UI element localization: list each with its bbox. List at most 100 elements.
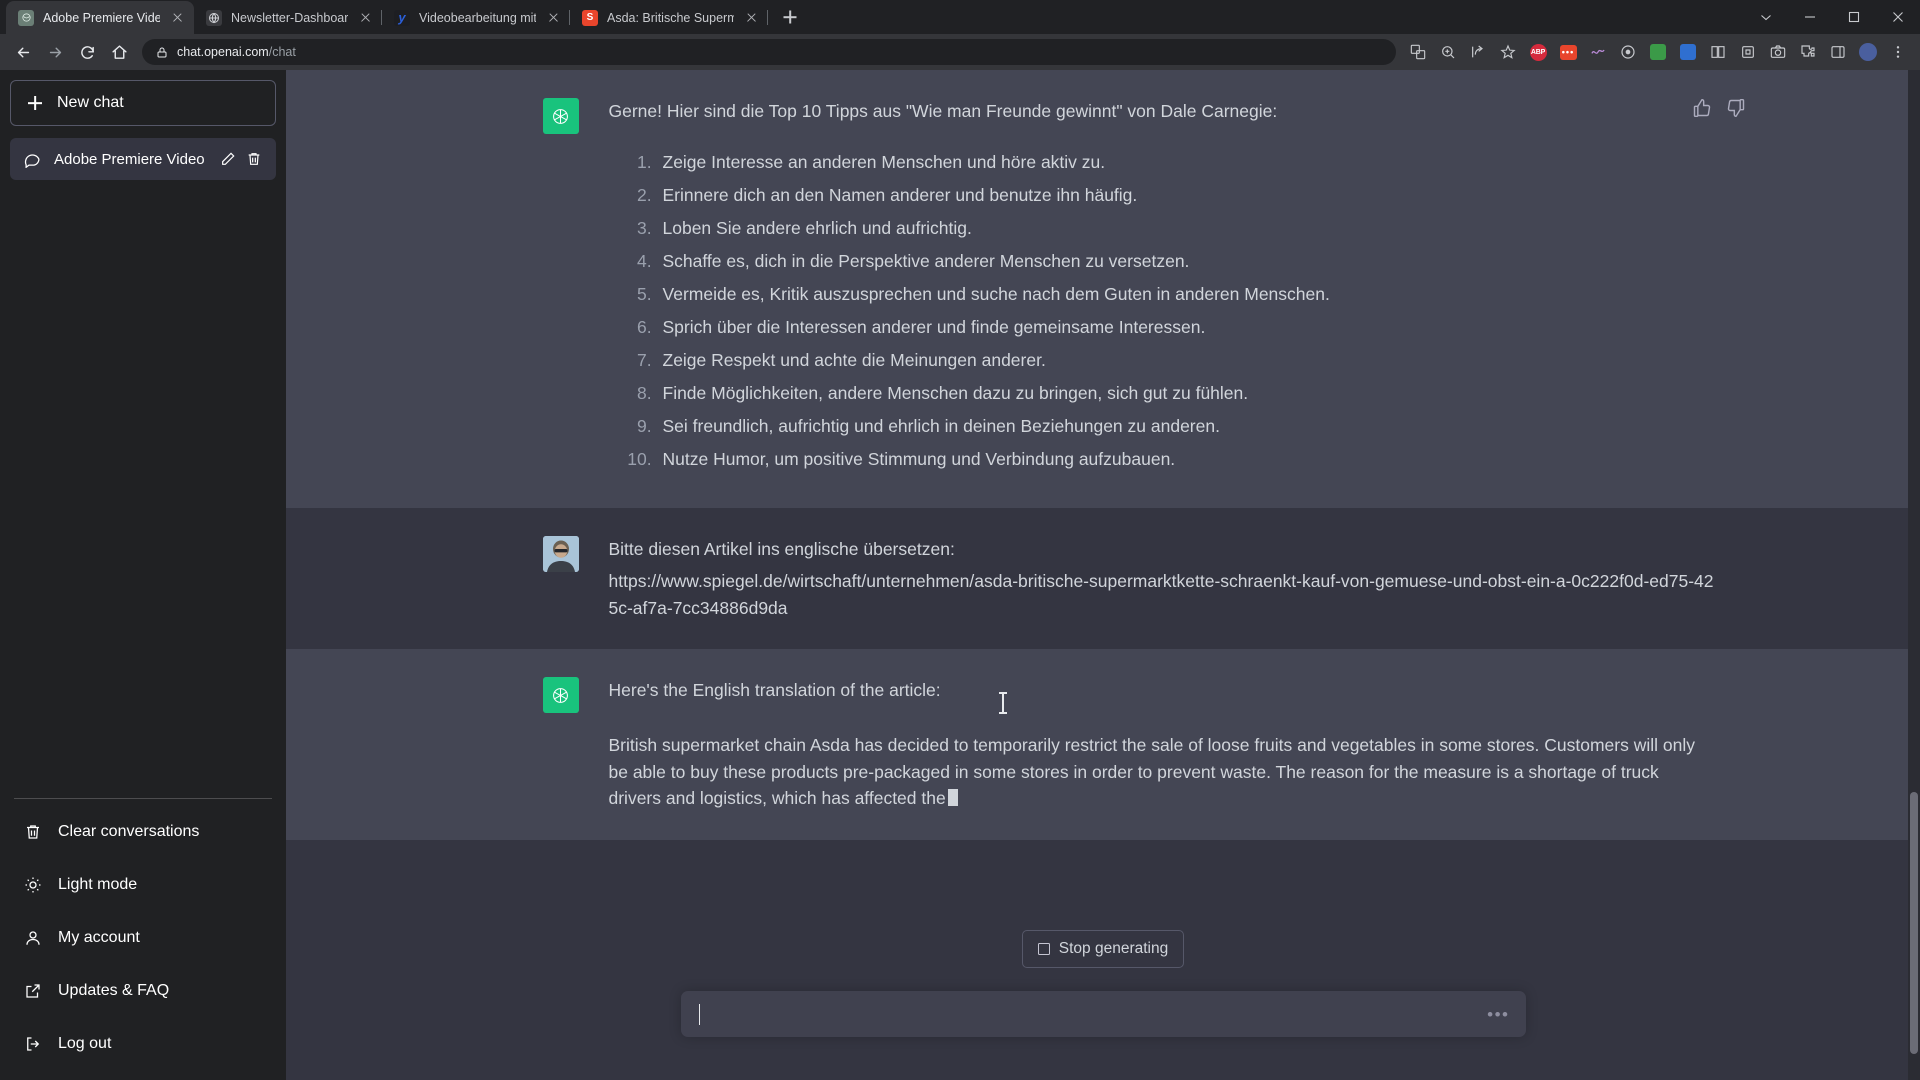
sidebar-icon[interactable] [1824,38,1852,66]
conversation-title: Adobe Premiere Video [54,150,205,168]
new-tab-button[interactable] [776,3,804,31]
tab-strip: Adobe Premiere Video Editing. Newsletter… [0,0,1920,34]
list-item: Sprich über die Interessen anderer und f… [657,314,1716,341]
tips-list: Zeige Interesse an anderen Menschen und … [609,149,1716,473]
streaming-cursor-icon [947,789,958,807]
close-icon[interactable] [743,10,759,26]
extensions-icon[interactable] [1794,38,1822,66]
yahoo-icon: y [394,9,410,26]
thumbs-down-icon[interactable] [1726,98,1746,118]
logout-icon [27,1036,40,1051]
close-window-icon[interactable] [1876,0,1920,34]
chatgpt-logo [542,98,579,134]
external-link-icon [26,983,40,998]
close-icon[interactable] [545,10,561,26]
extension-green-icon[interactable] [1644,38,1672,66]
text-caret [698,1003,701,1025]
browser-tab-4[interactable]: S Asda: Britische Supermarktkette s [570,1,768,34]
list-item: Erinnere dich an den Namen anderer und b… [657,182,1716,209]
browser-tab-1[interactable]: Adobe Premiere Video Editing. [6,1,194,34]
delete-icon[interactable] [246,151,262,167]
edit-icon[interactable] [220,151,236,167]
close-icon[interactable] [357,10,373,26]
sidebar-item-label: Updates & FAQ [58,981,170,999]
extension-blue-icon[interactable] [1674,38,1702,66]
stop-generating-button[interactable]: Stop generating [1021,930,1185,968]
sidebar-item-label: Log out [58,1034,112,1052]
collections-icon[interactable] [1704,38,1732,66]
browser-toolbar: chat.openai.com/chat ABP ••• [0,34,1920,70]
avatar-image [542,535,579,572]
reload-icon[interactable] [72,37,102,67]
share-icon[interactable] [1464,38,1492,66]
new-chat-button[interactable]: New chat [10,80,276,126]
list-item: Finde Möglichkeiten, andere Menschen daz… [657,380,1716,407]
user-message: Bitte diesen Artikel ins englische übers… [286,507,1920,650]
maximize-icon[interactable] [1832,0,1876,34]
extension-puzzle-icon[interactable] [1734,38,1762,66]
browser-tab-3[interactable]: y Videobearbeitung mit Adobe Pre [382,1,570,34]
stop-generating-label: Stop generating [1058,940,1169,957]
user-icon [26,930,40,945]
address-bar[interactable]: chat.openai.com/chat [142,39,1396,65]
minimize-to-tray-icon[interactable] [1744,0,1788,34]
sidebar-item-updates-faq[interactable]: Updates & FAQ [10,964,276,1017]
list-item: Schaffe es, dich in die Perspektive ande… [657,248,1716,275]
message-input[interactable]: ••• [680,991,1526,1037]
list-item: Zeige Respekt und achte die Meinungen an… [657,347,1716,374]
browser-tab-2[interactable]: Newsletter-Dashboard von 4eck [194,1,382,34]
tab-title: Videobearbeitung mit Adobe Pre [419,10,536,25]
sidebar-conversation-item[interactable]: Adobe Premiere Video [10,138,276,180]
browser-window: Adobe Premiere Video Editing. Newsletter… [0,0,1920,1080]
new-chat-label: New chat [57,94,124,111]
sidebar-item-my-account[interactable]: My account [10,911,276,964]
trash-icon [27,824,39,839]
list-item: Zeige Interesse an anderen Menschen und … [657,149,1716,176]
back-icon[interactable] [8,37,38,67]
minimize-icon[interactable] [1788,0,1832,34]
sidebar-item-log-out[interactable]: Log out [10,1017,276,1070]
tab-title: Adobe Premiere Video Editing. [43,10,160,25]
scrollbar-thumb[interactable] [1910,792,1918,1054]
translation-text: British supermarket chain Asda has decid… [608,734,1695,809]
window-controls [1744,0,1920,34]
favorite-star-icon[interactable] [1494,38,1522,66]
stop-square-icon [1037,943,1050,955]
sidebar-item-clear-conversations[interactable]: Clear conversations [10,805,276,858]
assistant-message: Gerne! Hier sind die Top 10 Tipps aus "W… [286,70,1920,508]
thumbs-up-icon[interactable] [1692,98,1712,118]
tab-title: Newsletter-Dashboard von 4eck [231,10,348,25]
zoom-icon[interactable] [1434,38,1462,66]
chat-area: Gerne! Hier sind die Top 10 Tipps aus "W… [286,70,1920,1080]
message-content: Gerne! Hier sind die Top 10 Tipps aus "W… [609,98,1716,480]
more-dots-icon[interactable]: ••• [1487,1006,1509,1023]
sidebar-divider [14,798,272,799]
extension-red-icon[interactable]: ••• [1554,38,1582,66]
globe-icon [206,9,222,26]
extension-circle-icon[interactable] [1614,38,1642,66]
list-item: Nutze Humor, um positive Stimmung und Ve… [657,446,1716,473]
page-scrollbar[interactable] [1908,70,1920,1080]
chatgpt-icon [18,9,34,26]
extension-squiggle-icon[interactable] [1584,38,1612,66]
list-item: Sei freundlich, aufrichtig und ehrlich i… [657,413,1716,440]
message-intro: Gerne! Hier sind die Top 10 Tipps aus "W… [608,101,1278,121]
message-content: Here's the English translation of the ar… [609,677,1716,811]
translate-icon[interactable] [1404,38,1432,66]
user-request-text: Bitte diesen Artikel ins englische übers… [608,538,955,559]
close-icon[interactable] [169,10,185,26]
sidebar-item-light-mode[interactable]: Light mode [10,858,276,911]
chat-bubble-icon [24,153,40,168]
profile-avatar[interactable] [1854,38,1882,66]
settings-more-icon[interactable] [1884,38,1912,66]
home-icon[interactable] [104,37,134,67]
mouse-text-cursor [999,692,1007,714]
chatgpt-logo [542,677,579,714]
lock-icon [157,47,167,57]
url-text: chat.openai.com/chat [177,45,296,59]
feedback-buttons [1692,98,1746,118]
adblock-plus-icon[interactable]: ABP [1524,38,1552,66]
sidebar-item-label: My account [58,928,140,946]
forward-icon[interactable] [40,37,70,67]
screenshot-icon[interactable] [1764,38,1792,66]
